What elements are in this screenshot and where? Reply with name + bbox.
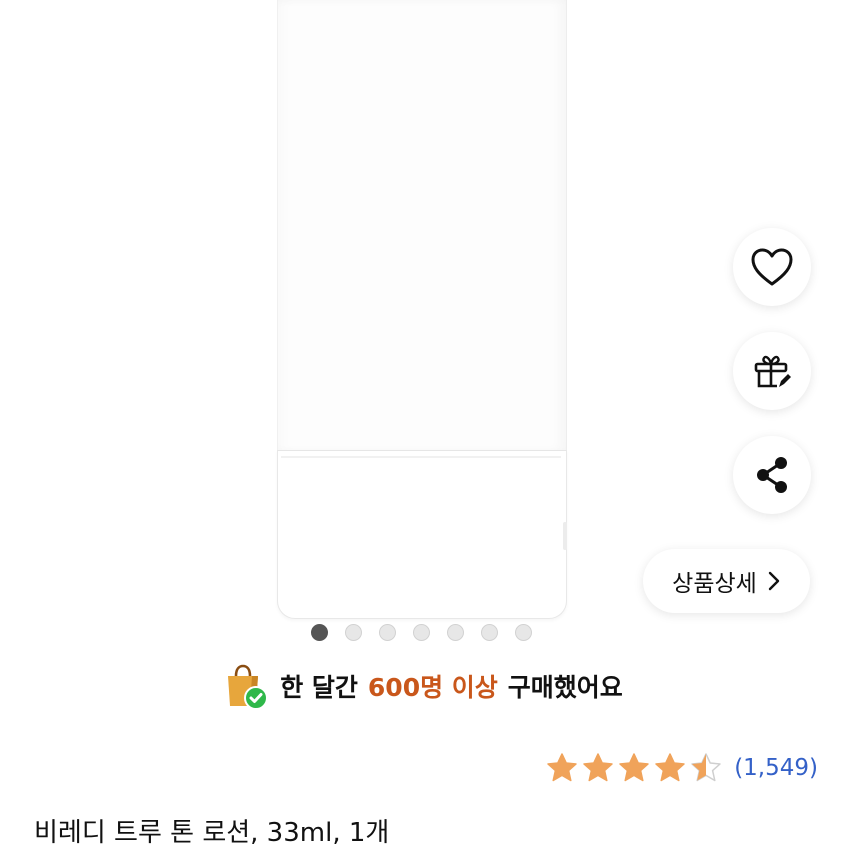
star-icon (655, 753, 685, 782)
cap-seam (281, 456, 561, 458)
carousel-dot[interactable] (447, 624, 464, 641)
star-icon (547, 753, 577, 782)
star-rating (546, 752, 722, 784)
bottle-cap (277, 450, 567, 619)
carousel-dot[interactable] (413, 624, 430, 641)
cap-ridge (563, 522, 567, 550)
purchase-highlight: 600명 이상 (367, 673, 498, 702)
gift-icon (754, 355, 791, 388)
wishlist-button[interactable] (733, 228, 811, 306)
carousel-dot[interactable] (345, 624, 362, 641)
carousel-indicator (311, 624, 532, 641)
shopping-bag-check-icon (228, 664, 269, 710)
carousel-dot[interactable] (481, 624, 498, 641)
share-icon (757, 457, 787, 493)
gift-button[interactable] (733, 332, 811, 410)
carousel-dot[interactable] (379, 624, 396, 641)
product-detail-button[interactable]: 상품상세 (643, 549, 810, 613)
purchase-prefix: 한 달간 (280, 673, 358, 702)
carousel-dot[interactable] (515, 624, 532, 641)
purchase-count-banner: 한 달간 600명 이상 구매했어요 (0, 660, 845, 712)
star-icon (583, 753, 613, 782)
carousel-dot[interactable] (311, 624, 328, 641)
purchase-suffix: 구매했어요 (507, 673, 623, 702)
rating-summary[interactable]: (1,549) (546, 752, 818, 784)
chevron-right-icon (768, 571, 780, 591)
product-detail-label: 상품상세 (672, 571, 757, 597)
star-icon (619, 753, 649, 782)
heart-outline-icon (751, 248, 793, 286)
share-button[interactable] (733, 436, 811, 514)
bottle-body (277, 0, 567, 452)
star-icon (691, 753, 721, 782)
review-count[interactable]: (1,549) (734, 755, 818, 781)
product-title: 비레디 트루 톤 로션, 33ml, 1개 (34, 818, 390, 848)
